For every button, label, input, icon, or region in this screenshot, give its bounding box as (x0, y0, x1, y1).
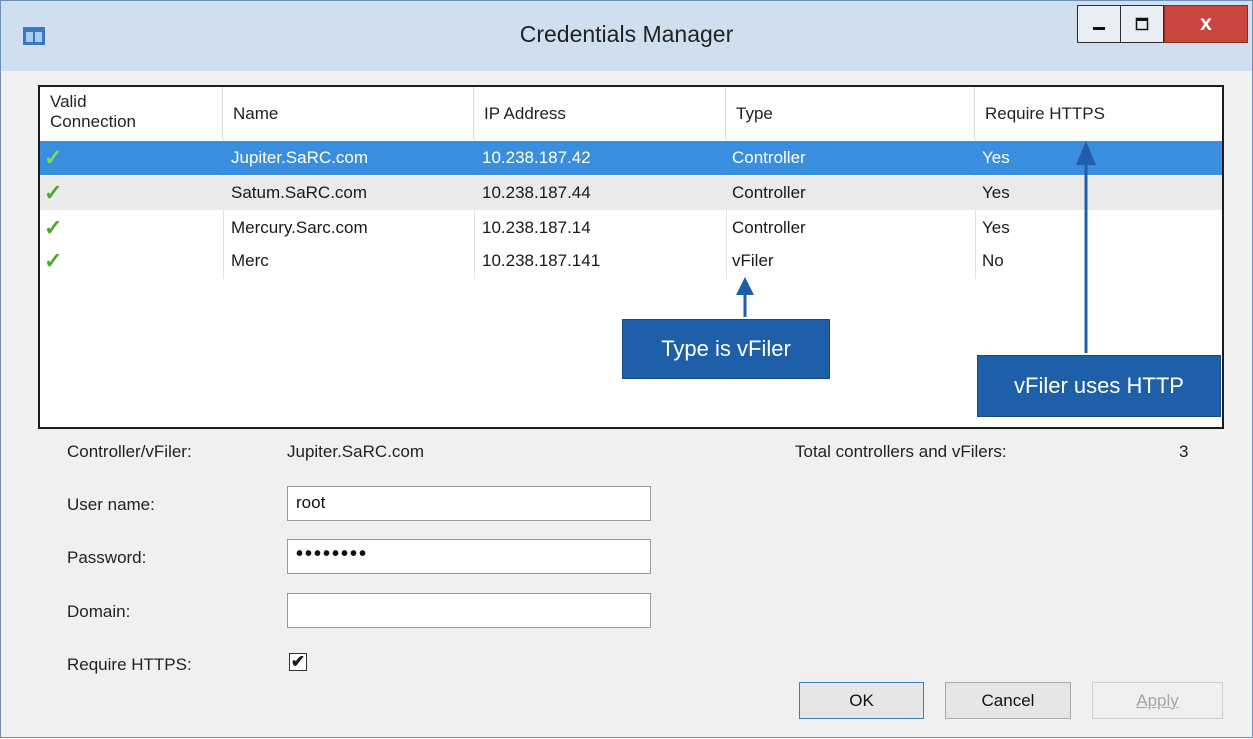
apply-button[interactable]: Apply (1092, 682, 1223, 719)
column-header-valid[interactable]: Valid Connection (40, 87, 223, 139)
type-callout: Type is vFiler (622, 319, 830, 379)
row-name: Mercury.Sarc.com (231, 218, 368, 237)
window-title: Credentials Manager (519, 21, 734, 47)
close-icon: x (1200, 12, 1212, 35)
column-header-name-label: Name (233, 104, 279, 123)
column-header-valid-line1: Valid (50, 92, 87, 111)
domain-field[interactable] (287, 593, 651, 628)
require-https-label: Require HTTPS: (67, 655, 192, 674)
require-https-checkbox[interactable]: ✔ (289, 653, 307, 671)
password-label: Password: (67, 548, 147, 567)
maximize-button[interactable] (1121, 5, 1164, 43)
ok-button[interactable]: OK (799, 682, 924, 719)
maximize-icon (1135, 17, 1149, 31)
column-header-valid-line2: Connection (50, 112, 137, 131)
checkmark-icon: ✓ (44, 180, 63, 205)
domain-label: Domain: (67, 602, 131, 621)
row-name: Jupiter.SaRC.com (231, 148, 368, 167)
column-header-name[interactable]: Name (223, 87, 474, 139)
column-header-https-label: Require HTTPS (985, 104, 1105, 123)
credentials-manager-window: Credentials Manager x Valid Connection N… (0, 0, 1253, 738)
row-ip: 10.238.187.44 (482, 183, 591, 202)
title-bar[interactable]: Credentials Manager x (1, 1, 1252, 71)
total-value: 3 (1179, 442, 1189, 461)
row-name: Satum.SaRC.com (231, 183, 368, 202)
checkmark-icon: ✓ (44, 215, 63, 240)
row-ip: 10.238.187.42 (482, 148, 591, 167)
username-field[interactable]: root (287, 486, 651, 521)
row-https: Yes (982, 148, 1010, 167)
username-label: User name: (67, 495, 155, 514)
row-ip: 10.238.187.141 (482, 251, 601, 270)
row-ip: 10.238.187.14 (482, 218, 591, 237)
column-header-type[interactable]: Type (726, 87, 975, 139)
password-field[interactable]: •••••••• (287, 539, 651, 574)
row-https: Yes (982, 218, 1010, 237)
row-type: Controller (732, 183, 806, 202)
row-type: Controller (732, 218, 806, 237)
cancel-button[interactable]: Cancel (945, 682, 1071, 719)
checkmark-icon: ✓ (44, 145, 63, 170)
column-header-type-label: Type (736, 104, 773, 123)
controller-label: Controller/vFiler: (67, 442, 192, 461)
credentials-list[interactable]: Valid Connection Name IP Address Type Re… (38, 85, 1224, 429)
checkmark-icon: ✓ (44, 248, 63, 273)
controller-value: Jupiter.SaRC.com (287, 442, 424, 461)
https-callout: vFiler uses HTTP (977, 355, 1221, 417)
minimize-icon (1093, 27, 1105, 30)
table-row[interactable]: ✓ Mercury.Sarc.com 10.238.187.14 Control… (40, 211, 1222, 245)
row-https: No (982, 251, 1004, 270)
close-button[interactable]: x (1164, 5, 1248, 43)
table-row[interactable]: ✓ Jupiter.SaRC.com 10.238.187.42 Control… (40, 141, 1222, 175)
column-header-ip[interactable]: IP Address (474, 87, 726, 139)
minimize-button[interactable] (1077, 5, 1121, 43)
table-row[interactable]: ✓ Merc 10.238.187.141 vFiler No (40, 244, 1222, 278)
column-header-https[interactable]: Require HTTPS (975, 87, 1222, 139)
total-label: Total controllers and vFilers: (795, 442, 1007, 461)
row-https: Yes (982, 183, 1010, 202)
row-type: vFiler (732, 251, 774, 270)
table-row[interactable]: ✓ Satum.SaRC.com 10.238.187.44 Controlle… (40, 176, 1222, 210)
column-header-ip-label: IP Address (484, 104, 566, 123)
row-type: Controller (732, 148, 806, 167)
row-name: Merc (231, 251, 269, 270)
